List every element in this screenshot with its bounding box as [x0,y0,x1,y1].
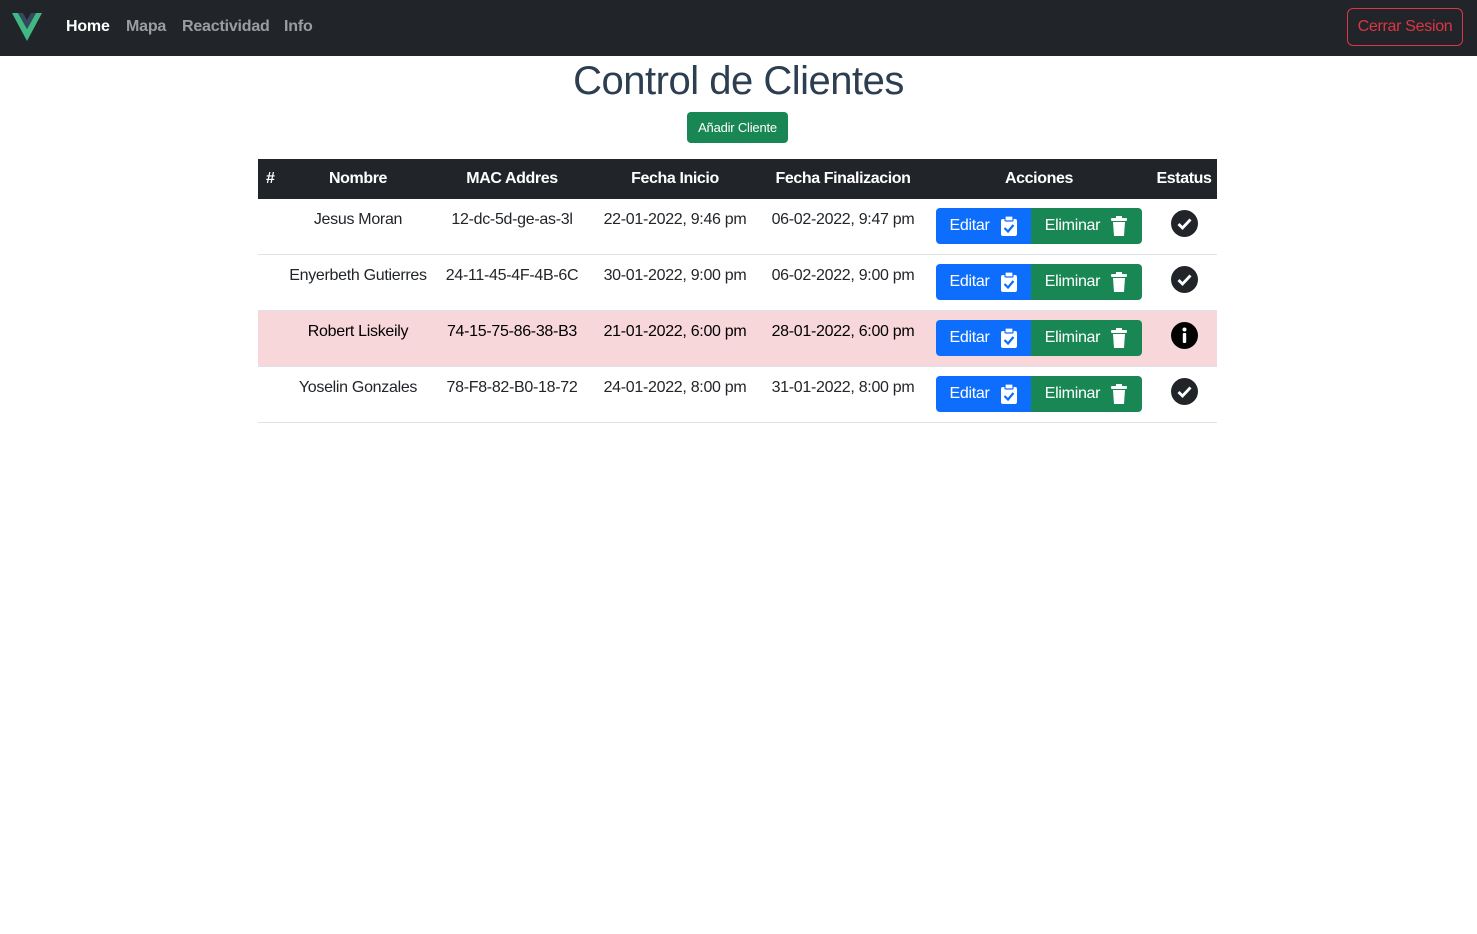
page-title: Control de Clientes [573,59,904,103]
row-number [258,310,283,367]
trash-icon [1111,272,1128,292]
info-circle-icon [1170,322,1198,349]
delete-button-label: Eliminar [1044,329,1101,346]
header-number: # [258,159,283,199]
client-mac: 74-15-75-86-38-B3 [433,310,591,367]
edit-button-label: Editar [949,273,990,290]
delete-button-label: Eliminar [1044,217,1101,234]
row-number [258,366,283,423]
check-circle-icon [1170,266,1198,293]
client-end-date: 06-02-2022, 9:47 pm [759,199,927,255]
edit-button-label: Editar [949,329,990,346]
client-name: Robert Liskeily [283,310,433,367]
client-start-date: 22-01-2022, 9:46 pm [591,199,759,255]
client-end-date: 06-02-2022, 9:00 pm [759,254,927,311]
edit-button[interactable]: Editar [936,376,1031,412]
clipboard-check-icon [1000,384,1017,404]
trash-icon [1111,216,1128,236]
table-row: Enyerbeth Gutierres 24-11-45-4F-4B-6C 30… [258,254,1217,311]
nav-link-info[interactable]: Info [284,17,313,37]
delete-button-label: Eliminar [1044,385,1101,402]
clipboard-check-icon [1000,216,1017,236]
client-status [1151,366,1217,423]
header-name: Nombre [283,159,433,199]
delete-button[interactable]: Eliminar [1031,376,1142,412]
client-start-date: 24-01-2022, 8:00 pm [591,366,759,423]
check-circle-icon [1170,378,1198,405]
delete-button[interactable]: Eliminar [1031,320,1142,356]
header-end-date: Fecha Finalizacion [759,159,927,199]
client-end-date: 31-01-2022, 8:00 pm [759,366,927,423]
table-row: Robert Liskeily 74-15-75-86-38-B3 21-01-… [258,310,1217,367]
trash-icon [1111,328,1128,348]
client-start-date: 30-01-2022, 9:00 pm [591,254,759,311]
client-actions: Editar Eliminar [927,199,1151,255]
delete-button-label: Eliminar [1044,273,1101,290]
client-mac: 78-F8-82-B0-18-72 [433,366,591,423]
client-name: Enyerbeth Gutierres [283,254,433,311]
row-number [258,199,283,255]
add-client-button[interactable]: Añadir Cliente [687,112,788,143]
header-status: Estatus [1151,159,1217,199]
clients-table: # Nombre MAC Addres Fecha Inicio Fecha F… [258,159,1217,423]
client-mac: 24-11-45-4F-4B-6C [433,254,591,311]
nav-link-reactividad[interactable]: Reactividad [182,17,270,37]
header-start-date: Fecha Inicio [591,159,759,199]
trash-icon [1111,384,1128,404]
edit-button[interactable]: Editar [936,208,1031,244]
client-start-date: 21-01-2022, 6:00 pm [591,310,759,367]
edit-button-label: Editar [949,217,990,234]
client-status [1151,254,1217,311]
nav-link-mapa[interactable]: Mapa [126,17,166,37]
clipboard-check-icon [1000,272,1017,292]
header-mac: MAC Addres [433,159,591,199]
client-actions: Editar Eliminar [927,310,1151,367]
edit-button[interactable]: Editar [936,320,1031,356]
client-mac: 12-dc-5d-ge-as-3l [433,199,591,255]
client-status [1151,199,1217,255]
vue-logo-icon[interactable] [12,13,42,41]
top-navbar: Home Mapa Reactividad Info Cerrar Sesion [0,0,1477,56]
table-row: Yoselin Gonzales 78-F8-82-B0-18-72 24-01… [258,366,1217,423]
clipboard-check-icon [1000,328,1017,348]
logout-button[interactable]: Cerrar Sesion [1347,8,1463,46]
edit-button[interactable]: Editar [936,264,1031,300]
client-status [1151,310,1217,367]
client-end-date: 28-01-2022, 6:00 pm [759,310,927,367]
delete-button[interactable]: Eliminar [1031,264,1142,300]
header-actions: Acciones [927,159,1151,199]
table-row: Jesus Moran 12-dc-5d-ge-as-3l 22-01-2022… [258,199,1217,255]
row-number [258,254,283,311]
client-name: Jesus Moran [283,199,433,255]
nav-link-home[interactable]: Home [66,17,110,37]
check-circle-icon [1170,210,1198,237]
delete-button[interactable]: Eliminar [1031,208,1142,244]
client-actions: Editar Eliminar [927,366,1151,423]
client-name: Yoselin Gonzales [283,366,433,423]
table-header-row: # Nombre MAC Addres Fecha Inicio Fecha F… [258,159,1217,199]
client-actions: Editar Eliminar [927,254,1151,311]
edit-button-label: Editar [949,385,990,402]
